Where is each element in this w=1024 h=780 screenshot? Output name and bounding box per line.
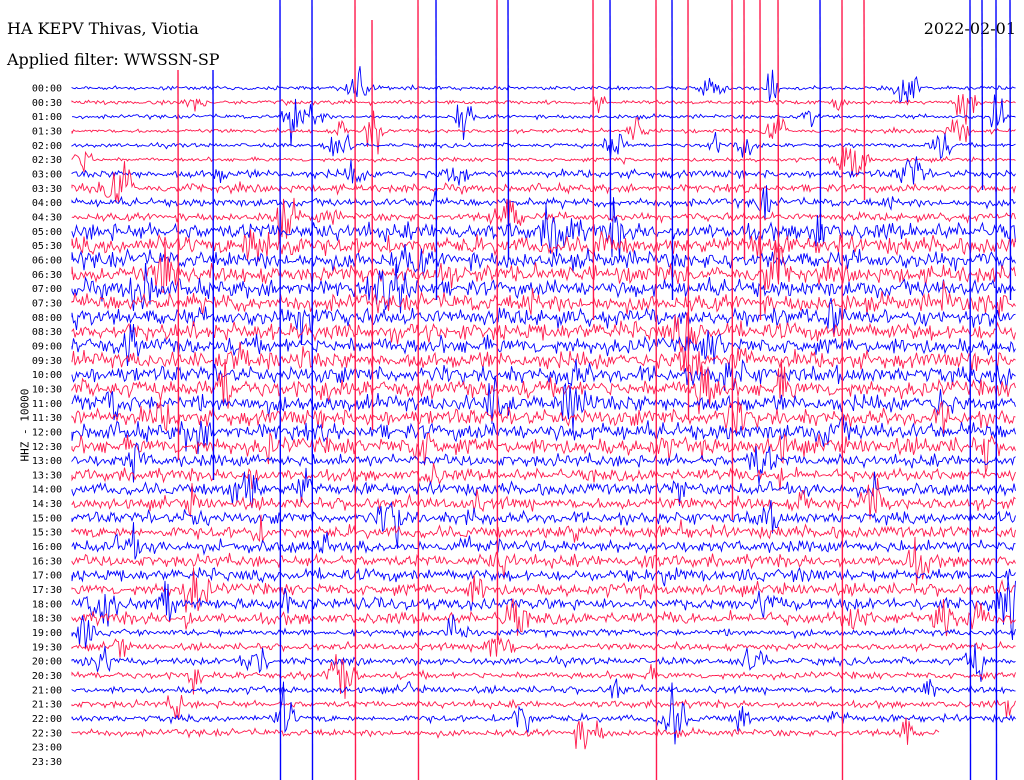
- time-label: 20:30: [32, 671, 62, 682]
- trace-row: [71, 500, 1016, 549]
- event-spike: [687, 0, 690, 421]
- time-label: 15:00: [32, 513, 62, 524]
- time-label: 07:00: [32, 284, 62, 295]
- event-spike: [969, 0, 972, 780]
- time-label: 00:00: [32, 84, 62, 95]
- time-label: 13:30: [32, 470, 62, 481]
- time-label: 22:30: [32, 728, 62, 739]
- time-label: 17:30: [32, 585, 62, 596]
- time-label: 04:30: [32, 212, 62, 223]
- time-label: 05:00: [32, 227, 62, 238]
- time-label: 19:00: [32, 628, 62, 639]
- time-label: 02:30: [32, 155, 62, 166]
- time-label: 12:00: [32, 427, 62, 438]
- time-label: 19:30: [32, 642, 62, 653]
- event-spike: [777, 0, 780, 281]
- time-label: 10:00: [32, 370, 62, 381]
- time-label: 04:00: [32, 198, 62, 209]
- time-label: 23:30: [32, 757, 62, 768]
- event-spike: [731, 0, 734, 521]
- time-label: 21:30: [32, 700, 62, 711]
- event-spike: [1009, 0, 1012, 301]
- trace-row: [71, 717, 940, 750]
- time-label: 08:00: [32, 313, 62, 324]
- time-label: 03:30: [32, 184, 62, 195]
- time-label: 22:00: [32, 714, 62, 725]
- event-spike: [177, 69, 180, 461]
- event-spike: [841, 0, 844, 780]
- time-label: 09:00: [32, 341, 62, 352]
- event-spike: [671, 0, 674, 301]
- time-label: 15:30: [32, 528, 62, 539]
- event-spike: [609, 0, 612, 221]
- event-spike: [496, 0, 499, 641]
- time-label: 11:00: [32, 399, 62, 410]
- time-label: 03:00: [32, 169, 62, 180]
- event-spike: [655, 0, 658, 780]
- time-label: 11:30: [32, 413, 62, 424]
- event-spike: [507, 0, 510, 261]
- time-label: 01:30: [32, 126, 62, 137]
- event-spike: [279, 0, 282, 780]
- event-spike: [417, 0, 420, 780]
- event-spike: [435, 0, 438, 301]
- event-spike: [759, 0, 762, 321]
- time-label: 05:30: [32, 241, 62, 252]
- seismic-traces: [71, 0, 1016, 780]
- event-spike: [995, 0, 998, 780]
- time-label: 06:30: [32, 270, 62, 281]
- event-spike: [981, 0, 984, 191]
- time-label: 23:00: [32, 743, 62, 754]
- time-label: 20:00: [32, 657, 62, 668]
- time-label: 16:00: [32, 542, 62, 553]
- event-spike: [371, 19, 374, 431]
- event-spike: [212, 69, 215, 481]
- time-label: 17:00: [32, 571, 62, 582]
- time-label: 08:30: [32, 327, 62, 338]
- trace-row: [71, 566, 1016, 587]
- time-label: 10:30: [32, 384, 62, 395]
- time-label: 13:00: [32, 456, 62, 467]
- time-label: 02:00: [32, 141, 62, 152]
- trace-row: [71, 522, 1016, 560]
- time-label: 18:00: [32, 599, 62, 610]
- event-spike: [311, 0, 314, 780]
- trace-row: [71, 695, 1016, 720]
- time-label: 06:00: [32, 255, 62, 266]
- event-spike: [354, 0, 357, 780]
- time-label: 21:00: [32, 685, 62, 696]
- trace-row: [71, 678, 1016, 699]
- time-label: 07:30: [32, 298, 62, 309]
- trace-row: [71, 514, 1016, 543]
- event-spike: [592, 0, 595, 321]
- event-spike: [743, 0, 746, 261]
- time-label: 00:30: [32, 98, 62, 109]
- time-label: 09:30: [32, 356, 62, 367]
- helicorder-plot: 00:00 00:30 01:00 01:30 02:00 02:30 03:00 03:30…: [32, 0, 1016, 780]
- time-label: 01:00: [32, 112, 62, 123]
- event-spike: [819, 0, 822, 241]
- time-labels: 00:00 00:30 01:00 01:30 02:00 02:30 03:00 03:30…: [32, 84, 62, 769]
- time-label: 18:30: [32, 614, 62, 625]
- time-label: 14:30: [32, 499, 62, 510]
- event-spike: [863, 0, 866, 201]
- time-label: 12:30: [32, 442, 62, 453]
- trace-row: [71, 634, 1016, 658]
- time-label: 16:30: [32, 556, 62, 567]
- time-label: 14:00: [32, 485, 62, 496]
